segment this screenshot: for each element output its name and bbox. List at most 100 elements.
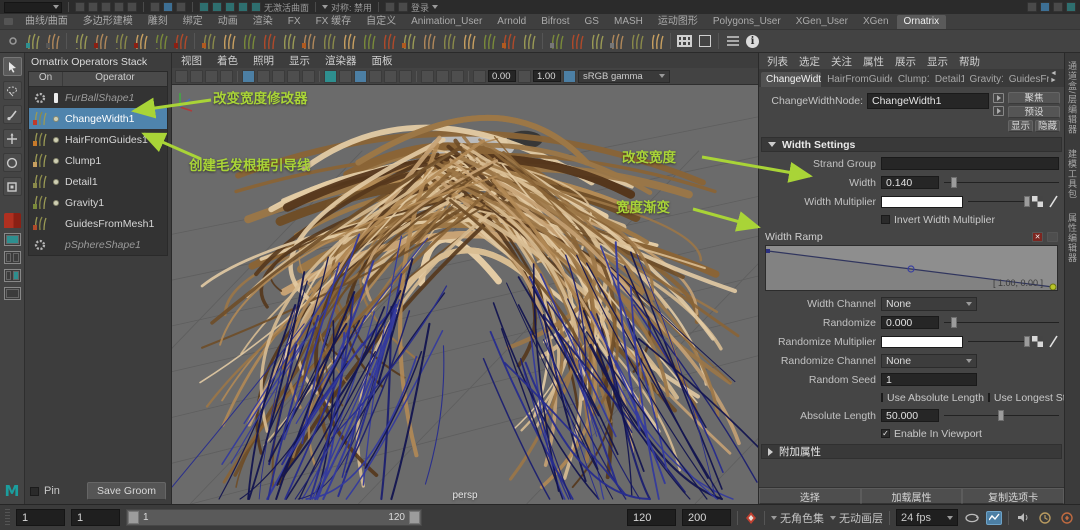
shelf-icon-operator-5[interactable]	[299, 32, 318, 51]
operator-row-hairfromguides1[interactable]: HairFromGuides1	[29, 129, 167, 150]
camera-attributes-icon[interactable]	[205, 70, 218, 83]
texture-map-icon[interactable]	[1032, 196, 1043, 207]
exposure-value[interactable]: 0.00	[488, 70, 516, 82]
invert-width-multiplier-checkbox[interactable]	[881, 215, 890, 224]
ae-tab-hairfromguides1[interactable]: HairFromGuides1	[822, 72, 892, 87]
shelf-icon-utility-1[interactable]	[567, 32, 586, 51]
textured-icon[interactable]	[354, 70, 367, 83]
layout-outliner-icon[interactable]	[4, 287, 21, 300]
xray-icon[interactable]	[436, 70, 449, 83]
range-start-handle[interactable]	[128, 511, 139, 524]
animation-end-field[interactable]: 200	[682, 509, 731, 526]
strand-group-field[interactable]	[881, 157, 1059, 170]
layout-split-pane-icon[interactable]	[4, 269, 21, 282]
color-space-dropdown[interactable]: sRGB gamma	[578, 70, 670, 83]
shelf-icon-utility-0[interactable]	[547, 32, 566, 51]
ornatrix-tool-icon[interactable]	[4, 213, 21, 228]
randomize-multiplier-swatch[interactable]	[881, 336, 963, 348]
width-ramp-widget[interactable]: [ 1.00, 0.00 ]	[765, 245, 1058, 291]
gate-mask-icon[interactable]	[287, 70, 300, 83]
shelf-tab-xgen[interactable]: XGen	[856, 15, 896, 29]
gamma-icon[interactable]	[518, 70, 531, 83]
isolate-select-icon[interactable]	[421, 70, 434, 83]
visibility-toggle[interactable]	[48, 179, 63, 185]
chevron-down-icon[interactable]	[322, 5, 328, 9]
width-slider[interactable]	[944, 176, 1059, 189]
chevron-down-icon[interactable]	[432, 5, 438, 9]
range-slider[interactable]: 1 120	[126, 509, 422, 526]
show-button[interactable]: 显示	[1008, 120, 1033, 132]
visibility-toggle[interactable]	[48, 158, 63, 164]
absolute-length-slider[interactable]	[944, 409, 1059, 422]
width-channel-dropdown[interactable]: None	[881, 297, 977, 311]
operator-row-furballshape1[interactable]: FurBallShape1	[29, 87, 167, 108]
shelf-icon-operator-0[interactable]	[199, 32, 218, 51]
resolution-gate-icon[interactable]	[272, 70, 285, 83]
playback-end-field[interactable]: 120	[627, 509, 676, 526]
exposure-icon[interactable]	[473, 70, 486, 83]
shelf-icon-operator-12[interactable]	[439, 32, 458, 51]
sidebar-tab-通道盒/层编辑器[interactable]: 通道盒/层编辑器	[1066, 61, 1079, 135]
toolbox-toggle-icon[interactable]	[1053, 2, 1063, 12]
shelf-tab-arnold[interactable]: Arnold	[490, 15, 533, 29]
set-key-icon[interactable]	[744, 511, 758, 525]
shelf-icon-operator-13[interactable]	[459, 32, 478, 51]
shelf-icon-operator-6[interactable]	[319, 32, 338, 51]
shelf-tab-绑定[interactable]: 绑定	[176, 11, 210, 29]
shelf-icon-operator-7[interactable]	[339, 32, 358, 51]
shelf-tab-fx 缓存[interactable]: FX 缓存	[309, 11, 359, 29]
width-multiplier-slider[interactable]	[968, 195, 1027, 208]
range-end-handle[interactable]	[409, 511, 420, 524]
shelf-list-icon[interactable]	[723, 32, 742, 51]
shelf-tab-ornatrix[interactable]: Ornatrix	[897, 15, 947, 29]
select-camera-icon[interactable]	[175, 70, 188, 83]
viewport-menu-照明[interactable]: 照明	[253, 53, 274, 68]
shelf-tab-xgen_user[interactable]: XGen_User	[789, 15, 855, 29]
film-gate-icon[interactable]	[257, 70, 270, 83]
extra-attributes-section[interactable]: 附加属性	[761, 444, 1062, 459]
shelf-icon-add-hair[interactable]	[23, 32, 42, 51]
cached-playback-icon[interactable]	[1037, 511, 1053, 525]
shelf-tab-gs[interactable]: GS	[578, 15, 606, 29]
ae-tab-changewidth1[interactable]: ChangeWidth1	[761, 72, 821, 87]
enable-in-viewport-checkbox[interactable]: ✓	[881, 429, 890, 438]
shelf-tab-fx[interactable]: FX	[281, 15, 308, 29]
input-connection-icon[interactable]	[993, 93, 1004, 103]
shelf-icon-operator-4[interactable]	[279, 32, 298, 51]
shelf-icon-operator-8[interactable]	[359, 32, 378, 51]
shelf-collapse-icon[interactable]	[4, 18, 13, 25]
shelf-icon-operator-2[interactable]	[239, 32, 258, 51]
texture-map-icon[interactable]	[1032, 336, 1043, 347]
width-settings-section[interactable]: Width Settings	[761, 137, 1062, 152]
ramp-options-icon[interactable]	[1047, 232, 1058, 242]
shelf-icon-utility-3[interactable]	[607, 32, 626, 51]
lock-camera-icon[interactable]	[190, 70, 203, 83]
wireframe-icon[interactable]	[324, 70, 337, 83]
anim-layer-dropdown[interactable]: 无动画层	[830, 510, 883, 526]
save-groom-button[interactable]: Save Groom	[87, 482, 166, 500]
shelf-icon-operator-1[interactable]	[219, 32, 238, 51]
login-label[interactable]: 登录	[411, 1, 429, 14]
animation-start-field[interactable]: 1	[16, 509, 65, 526]
ae-footer-button-加载属性[interactable]: 加载属性	[861, 488, 963, 504]
shadows-icon[interactable]	[384, 70, 397, 83]
shelf-tab-mash[interactable]: MASH	[607, 15, 650, 29]
shelf-tab-运动图形[interactable]: 运动图形	[651, 11, 705, 29]
lights-icon[interactable]	[369, 70, 382, 83]
shelf-grid2-icon[interactable]	[695, 32, 714, 51]
ae-tab-clump1[interactable]: Clump1	[893, 72, 929, 87]
shelf-icon-guides-1[interactable]	[91, 32, 110, 51]
scale-tool-icon[interactable]	[3, 177, 22, 196]
paint-select-tool-icon[interactable]	[3, 105, 22, 124]
shelf-tab-雕刻[interactable]: 雕刻	[141, 11, 175, 29]
shelf-tab-多边形建模[interactable]: 多边形建模	[76, 11, 140, 29]
focus-button[interactable]: 聚焦	[1008, 92, 1060, 104]
fps-dropdown[interactable]: 24 fps	[896, 509, 958, 526]
visibility-toggle[interactable]	[48, 116, 63, 122]
attribute-editor-toggle-icon[interactable]	[1040, 2, 1050, 12]
randomize-multiplier-slider[interactable]	[968, 335, 1027, 348]
absolute-length-field[interactable]: 50.000	[881, 409, 939, 422]
shelf-icon-operator-10[interactable]	[399, 32, 418, 51]
shelf-icon-operator-14[interactable]	[479, 32, 498, 51]
randomize-slider[interactable]	[944, 316, 1059, 329]
